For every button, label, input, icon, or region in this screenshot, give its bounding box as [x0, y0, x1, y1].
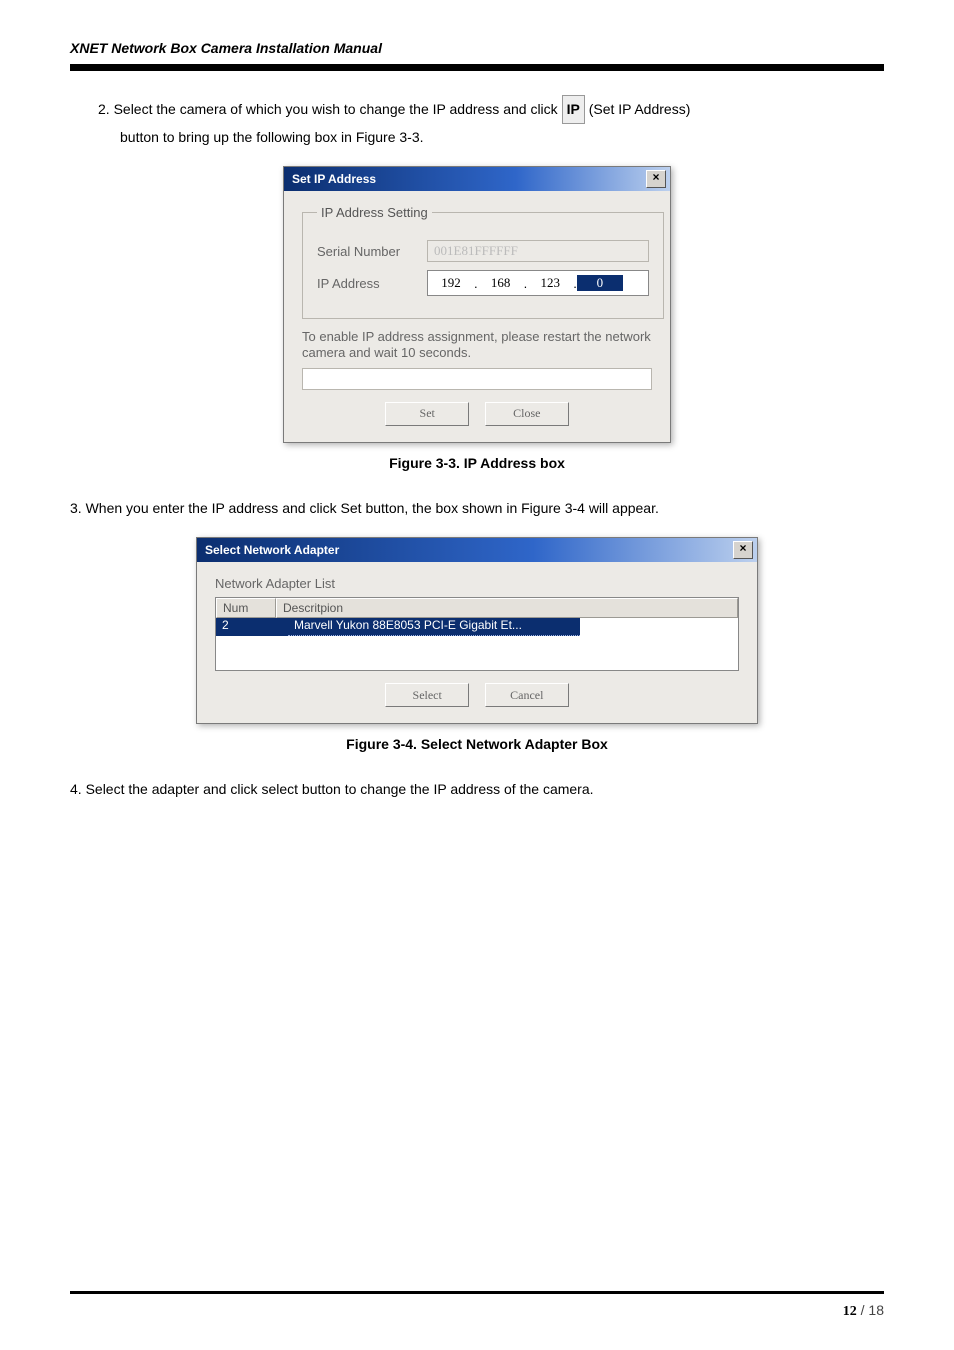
progress-bar — [302, 368, 652, 390]
serial-number-label: Serial Number — [317, 244, 427, 259]
step-2-text-a: 2. Select the camera of which you wish t… — [98, 101, 562, 117]
info-text: To enable IP address assignment, please … — [302, 329, 652, 362]
fieldset-legend: IP Address Setting — [317, 205, 432, 220]
step-2-text-c: button to bring up the following box in … — [120, 129, 424, 145]
dialog-title: Select Network Adapter — [205, 543, 339, 557]
footer-rule — [70, 1291, 884, 1294]
dialog-titlebar: Set IP Address × — [284, 167, 670, 191]
column-num[interactable]: Num — [216, 598, 276, 618]
page-number: 12 / 18 — [70, 1302, 884, 1320]
close-icon[interactable]: × — [733, 541, 753, 559]
ip-inline-button: IP — [562, 95, 585, 124]
page-current: 12 — [843, 1304, 857, 1319]
document-header-title: XNET Network Box Camera Installation Man… — [70, 40, 884, 56]
step-3: 3. When you enter the IP address and cli… — [70, 495, 884, 522]
list-cell-num: 2 — [216, 618, 288, 636]
page-total: 18 — [868, 1302, 884, 1318]
ip-address-input[interactable]: 192 . 168 . 123 . 0 — [427, 270, 649, 296]
list-header: Num Descritpion — [216, 598, 738, 618]
header-rule — [70, 64, 884, 71]
page-sep: / — [857, 1302, 869, 1318]
figure-3-3-caption: Figure 3-3. IP Address box — [70, 455, 884, 471]
serial-number-input — [427, 240, 649, 262]
page-footer: 12 / 18 — [70, 1291, 884, 1320]
column-description[interactable]: Descritpion — [276, 598, 738, 618]
list-cell-description: Marvell Yukon 88E8053 PCI-E Gigabit Et..… — [288, 618, 580, 636]
dialog-titlebar: Select Network Adapter × — [197, 538, 757, 562]
network-adapter-list-label: Network Adapter List — [215, 576, 739, 591]
ip-octet-3[interactable]: 123 — [527, 275, 573, 291]
ip-address-setting-fieldset: IP Address Setting Serial Number IP Addr… — [302, 205, 664, 319]
set-ip-address-dialog: Set IP Address × IP Address Setting Seri… — [283, 166, 671, 443]
dialog-title: Set IP Address — [292, 172, 376, 186]
set-button[interactable]: Set — [385, 402, 469, 426]
step-2: 2. Select the camera of which you wish t… — [98, 95, 884, 150]
network-adapter-list[interactable]: Num Descritpion 2 Marvell Yukon 88E8053 … — [215, 597, 739, 671]
step-2-text-b: (Set IP Address) — [589, 101, 691, 117]
ip-octet-1[interactable]: 192 — [428, 275, 474, 291]
ip-octet-2[interactable]: 168 — [478, 275, 524, 291]
cancel-button[interactable]: Cancel — [485, 683, 569, 707]
list-row[interactable]: 2 Marvell Yukon 88E8053 PCI-E Gigabit Et… — [216, 618, 738, 636]
ip-octet-4[interactable]: 0 — [577, 275, 623, 291]
close-button[interactable]: Close — [485, 402, 569, 426]
select-network-adapter-dialog: Select Network Adapter × Network Adapter… — [196, 537, 758, 724]
select-button[interactable]: Select — [385, 683, 469, 707]
close-icon[interactable]: × — [646, 170, 666, 188]
step-4: 4. Select the adapter and click select b… — [70, 776, 884, 803]
figure-3-4-caption: Figure 3-4. Select Network Adapter Box — [70, 736, 884, 752]
ip-address-label: IP Address — [317, 276, 427, 291]
